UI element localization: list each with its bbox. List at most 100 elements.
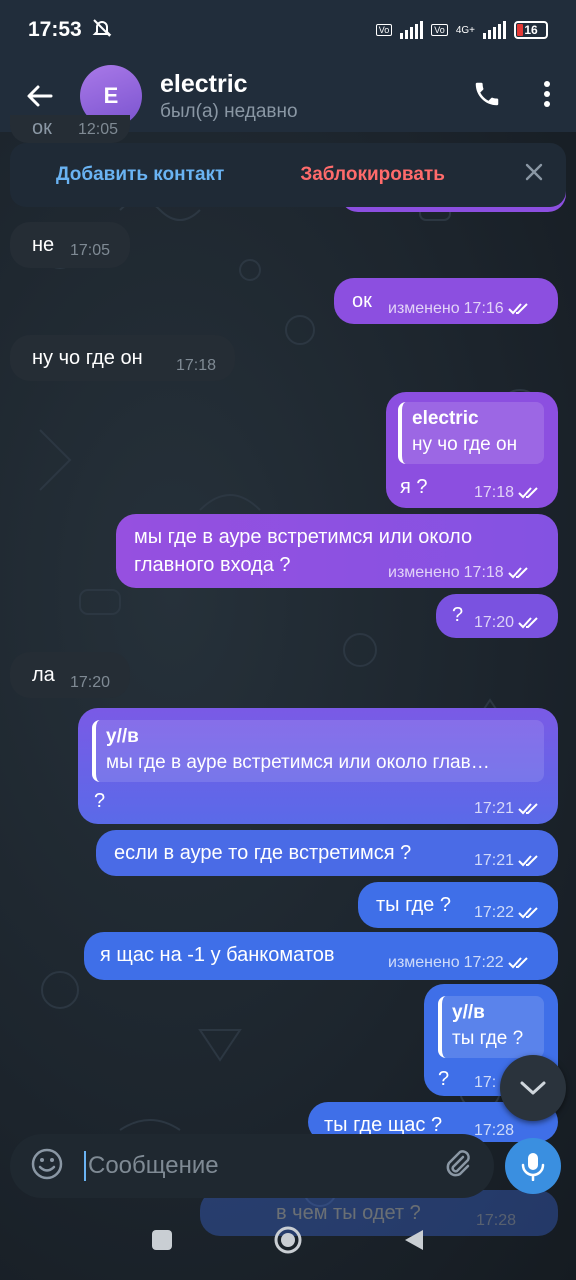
add-contact-button[interactable]: Добавить контакт [56,164,224,186]
message-time: 17:28 [474,1122,515,1139]
paperclip-icon [446,1149,470,1176]
mute-icon [92,18,112,43]
double-check-icon [507,303,528,315]
message-input[interactable] [88,1152,428,1180]
square-icon [152,1230,172,1250]
message-bubble-in[interactable]: не 17:05 [10,222,130,268]
message-time: 17:05 [70,242,111,259]
system-nav-bar [0,1205,576,1280]
edited-label: изменено [388,564,460,581]
back-button[interactable] [0,81,80,111]
signal-icon [400,21,424,39]
message-time: 17:16 [463,300,504,317]
back-nav-button[interactable] [403,1228,425,1257]
message-bubble-out[interactable]: electric ну чо где он я ? 17:18 [386,392,558,508]
message-time: 17: [474,1074,497,1091]
message-time: 17:18 [474,484,515,501]
message-time: 17:21 [474,800,515,817]
reply-text: мы где в ауре встретимся или около глав… [106,752,490,773]
reply-text: ты где ? [452,1028,524,1049]
message-meta: 17:21 [474,852,540,870]
edited-label: изменено [388,300,460,317]
message-meta: 17:20 [474,614,540,632]
smiley-icon [31,1148,63,1179]
message-meta: изменено 17:22 [388,954,530,972]
reply-preview[interactable]: electric ну чо где он [398,402,544,464]
call-button[interactable] [472,79,502,114]
double-check-icon [507,957,528,969]
avatar-letter: E [103,83,119,108]
more-options-button[interactable] [542,79,552,114]
edited-label: изменено [388,954,460,971]
microphone-icon [521,1153,545,1181]
message-meta: 17:18 [474,484,540,502]
double-check-icon [518,907,538,919]
more-vertical-icon [544,80,550,107]
message-text: я щас на -1 у банкоматов [100,944,335,966]
emoji-button[interactable] [30,1147,64,1186]
contact-action-bar: Добавить контакт Заблокировать [10,143,566,207]
message-bubble-in[interactable]: ок 12:05 [10,115,130,143]
message-time: 12:05 [78,121,119,138]
message-text: ? [94,790,106,812]
message-time: 17:22 [463,954,504,971]
close-action-bar-button[interactable] [524,162,544,188]
reply-author: у//в [106,726,139,747]
message-meta: изменено 17:16 [388,300,530,318]
message-time: 17:18 [463,564,504,581]
reply-author: electric [412,408,479,429]
message-bubble-out[interactable]: ты где ? 17:22 [358,882,558,928]
recents-button[interactable] [151,1229,173,1256]
message-composer [10,1134,494,1198]
message-text: ок [32,117,52,139]
attach-button[interactable] [442,1148,474,1185]
contact-status: был(а) недавно [160,100,298,122]
chat-title[interactable]: electric был(а) недавно [160,70,298,123]
message-text: если в ауре то где встретимся ? [114,842,412,864]
message-bubble-out[interactable]: ? 17:20 [436,594,558,638]
scroll-to-bottom-button[interactable] [500,1055,566,1121]
message-time: 17:20 [70,674,111,691]
close-icon [525,163,543,181]
double-check-icon [518,803,538,815]
message-text: ? [438,1068,450,1090]
message-bubble-out[interactable]: мы где в ауре встретимся или около главн… [116,514,558,588]
message-time: 17:22 [474,904,515,921]
double-check-icon [518,487,538,499]
message-bubble-in[interactable]: ла 17:20 [10,652,130,698]
message-bubble-out[interactable]: если в ауре то где встретимся ? 17:21 [96,830,558,876]
message-text-line2: главного входа ? [134,554,291,576]
message-text: ну чо где он [32,347,143,369]
chevron-down-icon [520,1081,546,1095]
volte-icon-2: Vo [431,24,448,36]
double-check-icon [518,617,538,629]
message-text: ты где ? [376,894,451,916]
home-button[interactable] [273,1225,303,1260]
message-bubble-out[interactable]: ок изменено 17:16 [334,278,558,324]
battery-level: 16 [524,23,538,37]
contact-name: electric [160,69,248,98]
message-text: не [32,234,55,256]
triangle-back-icon [405,1230,423,1250]
reply-text: ну чо где он [412,434,518,455]
message-text: ? [452,604,464,626]
block-button[interactable]: Заблокировать [300,164,445,186]
message-text-line1: мы где в ауре встретимся или около [134,526,473,548]
double-check-icon [507,567,528,579]
message-time: 17:18 [176,357,217,374]
message-meta: 17:22 [474,904,540,922]
double-check-icon [518,855,538,867]
message-bubble-in[interactable]: ну чо где он 17:18 [10,335,235,381]
text-cursor [84,1151,86,1181]
reply-preview[interactable]: у//в ты где ? [438,996,544,1058]
phone-icon [475,82,499,105]
message-meta: изменено 17:18 [388,564,530,582]
message-bubble-out[interactable]: у//в мы где в ауре встретимся или около … [78,708,558,824]
message-text: ок [352,290,372,312]
voice-record-button[interactable] [505,1138,561,1194]
battery-icon: 16 [514,21,548,39]
reply-author: у//в [452,1002,485,1023]
reply-preview[interactable]: у//в мы где в ауре встретимся или около … [92,720,544,782]
network-type: 4G+ [455,24,475,36]
message-bubble-out[interactable]: я щас на -1 у банкоматов изменено 17:22 [84,932,558,980]
